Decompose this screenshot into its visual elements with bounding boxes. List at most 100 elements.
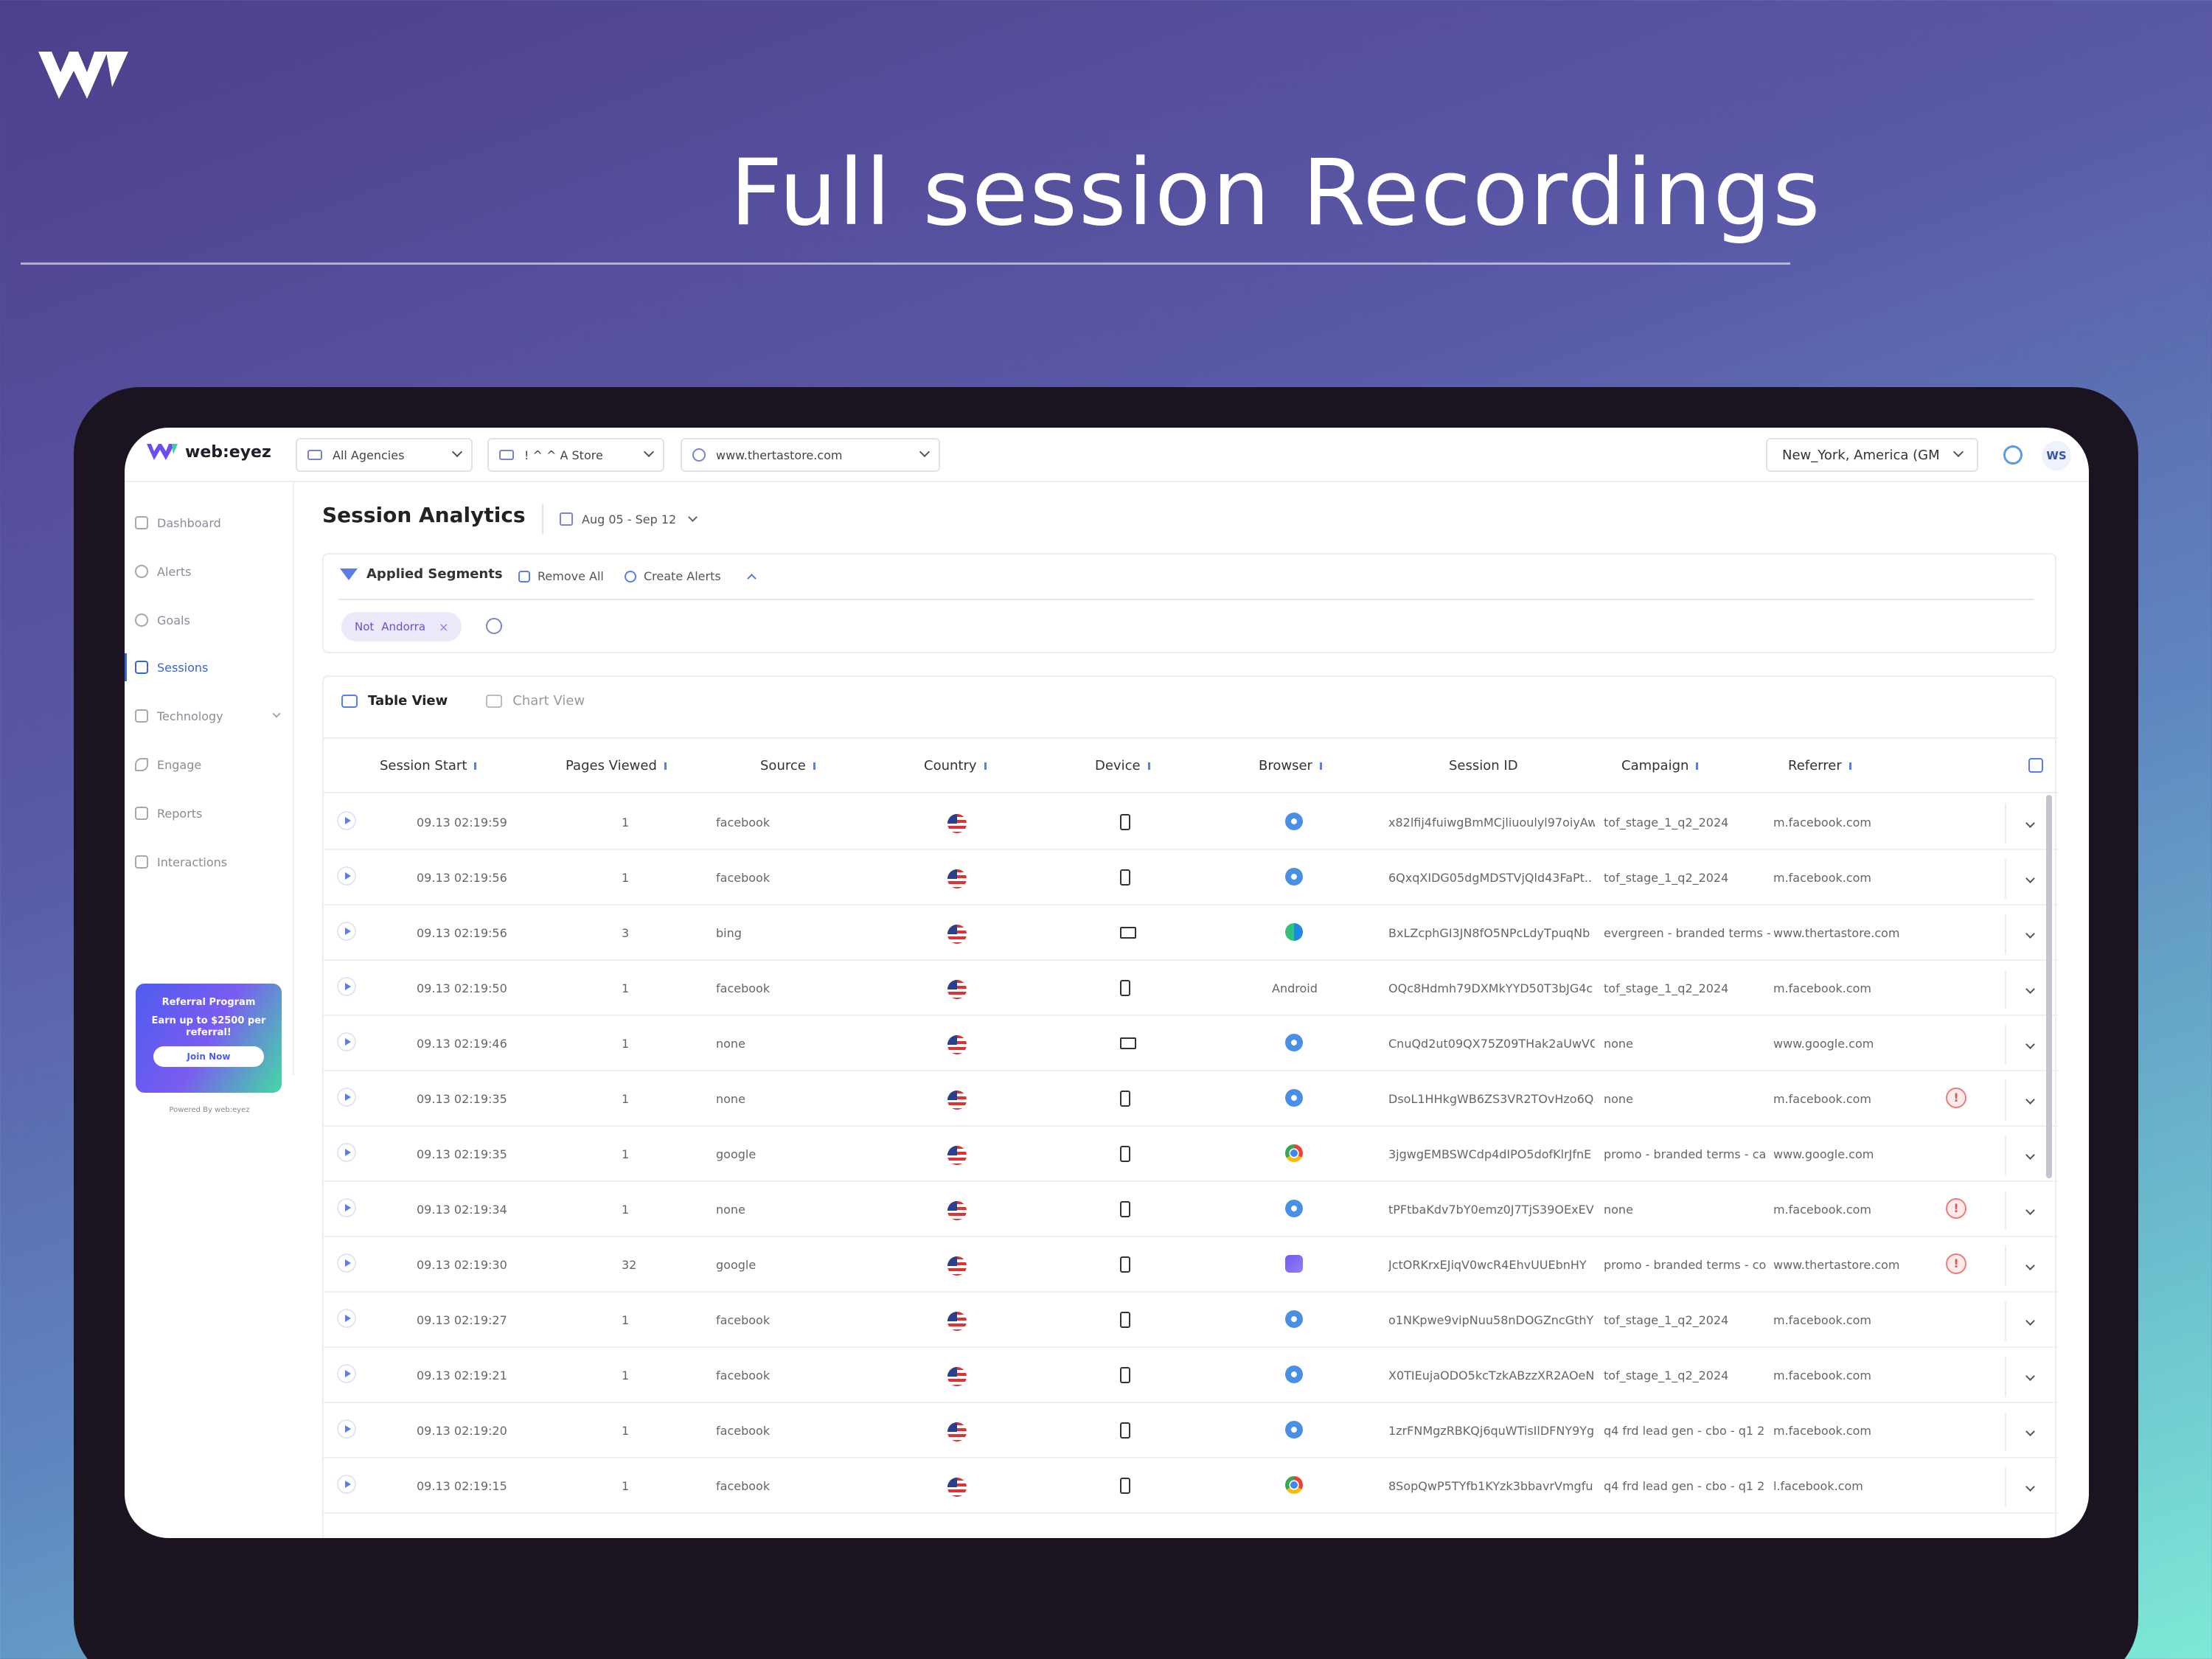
column-country[interactable]: Country: [924, 758, 989, 773]
notifications-icon[interactable]: [2003, 445, 2023, 465]
table-row[interactable]: 09.13 02:19:21 1 facebook X0TIEujaODO5kcTzk…: [324, 1348, 2058, 1403]
play-icon[interactable]: [337, 811, 356, 830]
play-icon[interactable]: [337, 1364, 356, 1383]
column-referrer[interactable]: Referrer: [1788, 758, 1854, 773]
play-icon[interactable]: [337, 977, 356, 996]
table-row[interactable]: 09.13 02:19:50 1 facebook Android OQc8Hdmh79…: [324, 961, 2058, 1016]
cell-session-id[interactable]: JctORKrxEJiqV0wcR4EhvUUEbnHY: [1388, 1258, 1595, 1272]
chevron-down-icon[interactable]: [2025, 874, 2035, 883]
column-campaign[interactable]: Campaign: [1621, 758, 1700, 773]
table-scrollbar[interactable]: [2046, 795, 2052, 1178]
chevron-down-icon[interactable]: [2025, 1206, 2035, 1215]
sidebar-item-engage[interactable]: Engage: [135, 754, 290, 776]
table-row[interactable]: 09.13 02:19:59 1 facebook x82lfij4fuiwgBmMC…: [324, 795, 2058, 850]
cell-session-id[interactable]: X0TIEujaODO5kcTzkABzzXR2AOeN: [1388, 1368, 1595, 1382]
column-source[interactable]: Source: [760, 758, 818, 773]
hero-title: Full session Recordings: [730, 140, 1822, 246]
cell-session-start: 09.13 02:19:34: [417, 1203, 507, 1217]
cell-pages-viewed: 1: [622, 1313, 630, 1327]
cell-session-id[interactable]: 6QxqXIDG05dgMDSTVjQld43FaPt..: [1388, 871, 1595, 885]
play-icon[interactable]: [337, 1253, 356, 1273]
timezone-select[interactable]: New_York, America (GM: [1766, 438, 1978, 472]
error-alert-icon[interactable]: !: [1946, 1198, 1966, 1219]
table-row[interactable]: 09.13 02:19:30 32 google JctORKrxEJiqV0wcR4…: [324, 1237, 2058, 1293]
chevron-down-icon[interactable]: [2025, 1095, 2035, 1105]
table-row[interactable]: 09.13 02:19:20 1 facebook 1zrFNMgzRBKQj6quW…: [324, 1403, 2058, 1458]
column-device[interactable]: Device: [1095, 758, 1152, 773]
cell-session-id[interactable]: 3jgwgEMBSWCdp4dIPO5dofKlrJfnE: [1388, 1147, 1595, 1161]
close-icon[interactable]: ×: [439, 620, 448, 634]
play-icon[interactable]: [337, 1309, 356, 1328]
chevron-down-icon[interactable]: [2025, 818, 2035, 828]
play-icon[interactable]: [337, 1143, 356, 1162]
cell-session-id[interactable]: 1zrFNMgzRBKQj6quWTisIlDFNY9Yg: [1388, 1424, 1595, 1438]
agency-select[interactable]: All Agencies: [296, 438, 473, 472]
sidebar-item-technology[interactable]: Technology: [135, 705, 290, 727]
chevron-down-icon[interactable]: [2025, 1371, 2035, 1381]
play-icon[interactable]: [337, 866, 356, 886]
table-row[interactable]: 09.13 02:19:27 1 facebook o1NKpwe9vipNuu58n…: [324, 1293, 2058, 1348]
edit-icon[interactable]: [486, 618, 502, 634]
play-icon[interactable]: [337, 1032, 356, 1051]
cell-session-id[interactable]: tPFtbaKdv7bY0emz0J7TjS39OExEV: [1388, 1203, 1595, 1217]
join-now-button[interactable]: Join Now: [153, 1046, 264, 1067]
play-icon[interactable]: [337, 1419, 356, 1439]
cell-session-id[interactable]: x82lfij4fuiwgBmMCjliuoulyl97oiyAw): [1388, 815, 1595, 830]
column-browser[interactable]: Browser: [1259, 758, 1324, 773]
table-row[interactable]: 09.13 02:19:56 1 facebook 6QxqXIDG05dgMDSTV…: [324, 850, 2058, 905]
sidebar-item-goals[interactable]: Goals: [135, 609, 290, 631]
column-pages-viewed[interactable]: Pages Viewed: [566, 758, 669, 773]
chevron-down-icon[interactable]: [2025, 1427, 2035, 1436]
collapse-icon[interactable]: [747, 574, 757, 583]
table-row[interactable]: 09.13 02:19:35 1 google 3jgwgEMBSWCdp4dIPO5…: [324, 1127, 2058, 1182]
sidebar-item-sessions[interactable]: Sessions: [125, 653, 290, 681]
chevron-down-icon[interactable]: [2025, 1150, 2035, 1160]
column-label: Device: [1095, 758, 1141, 773]
cell-session-id[interactable]: DsoL1HHkgWB6ZS3VR2TOvHzo6Q3: [1388, 1092, 1595, 1106]
export-icon[interactable]: [2028, 758, 2043, 773]
chevron-down-icon[interactable]: [2025, 1482, 2035, 1492]
chevron-down-icon[interactable]: [2025, 1261, 2035, 1270]
table-row[interactable]: 09.13 02:19:15 1 facebook 8SopQwP5TYfb1KYzk…: [324, 1458, 2058, 1514]
cell-session-id[interactable]: OQc8Hdmh79DXMkYYD50T3bJG4c: [1388, 981, 1595, 995]
cell-session-id[interactable]: o1NKpwe9vipNuu58nDOGZncGthYR: [1388, 1313, 1595, 1327]
cell-session-id[interactable]: 8SopQwP5TYfb1KYzk3bbavrVmgfu: [1388, 1479, 1595, 1493]
column-session-start[interactable]: Session Start: [380, 758, 479, 773]
cell-session-start: 09.13 02:19:20: [417, 1424, 507, 1438]
sidebar-item-alerts[interactable]: Alerts: [135, 560, 290, 582]
create-alerts-button[interactable]: Create Alerts: [625, 569, 721, 583]
cell-session-start: 09.13 02:19:56: [417, 926, 507, 940]
sidebar-item-dashboard[interactable]: Dashboard: [135, 512, 290, 534]
table-row[interactable]: 09.13 02:19:35 1 none DsoL1HHkgWB6ZS3VR2TOv…: [324, 1071, 2058, 1127]
user-avatar[interactable]: WS: [2042, 441, 2071, 470]
column-session-id[interactable]: Session ID: [1449, 758, 1518, 773]
tab-table-view[interactable]: Table View: [341, 693, 448, 709]
play-icon[interactable]: [337, 922, 356, 941]
chevron-down-icon[interactable]: [2025, 1316, 2035, 1326]
error-alert-icon[interactable]: !: [1946, 1253, 1966, 1274]
remove-all-button[interactable]: Remove All: [518, 569, 604, 583]
sidebar-item-reports[interactable]: Reports: [135, 802, 290, 824]
chevron-down-icon[interactable]: [2025, 1040, 2035, 1049]
sidebar-item-label: Engage: [157, 757, 202, 772]
store-select[interactable]: ! ^ ^ A Store: [487, 438, 664, 472]
domain-select[interactable]: www.thertastore.com: [681, 438, 940, 472]
table-row[interactable]: 09.13 02:19:46 1 none CnuQd2ut09QX75Z09THak…: [324, 1016, 2058, 1071]
table-row[interactable]: 09.13 02:19:56 3 bing BxLZcphGI3JN8fO5NPcLd…: [324, 905, 2058, 961]
tab-chart-view[interactable]: Chart View: [486, 693, 585, 709]
error-alert-icon[interactable]: !: [1946, 1088, 1966, 1108]
play-icon[interactable]: [337, 1088, 356, 1107]
app-logo[interactable]: web:eyez: [145, 441, 271, 463]
chevron-down-icon[interactable]: [2025, 929, 2035, 939]
row-divider: [2005, 1080, 2006, 1120]
cell-session-id[interactable]: CnuQd2ut09QX75Z09THak2aUwVC: [1388, 1037, 1595, 1051]
play-icon[interactable]: [337, 1475, 356, 1494]
date-range-picker[interactable]: Aug 05 - Sep 12: [542, 504, 698, 534]
table-row[interactable]: 09.13 02:19:34 1 none tPFtbaKdv7bY0emz0J7Tj…: [324, 1182, 2058, 1237]
segment-chip[interactable]: Not Andorra ×: [341, 612, 462, 641]
cell-session-id[interactable]: BxLZcphGI3JN8fO5NPcLdyTpuqNb: [1388, 926, 1595, 940]
cell-referrer: www.google.com: [1773, 1037, 1874, 1051]
chevron-down-icon[interactable]: [2025, 984, 2035, 994]
sidebar-item-interactions[interactable]: Interactions: [135, 851, 290, 873]
play-icon[interactable]: [337, 1198, 356, 1217]
